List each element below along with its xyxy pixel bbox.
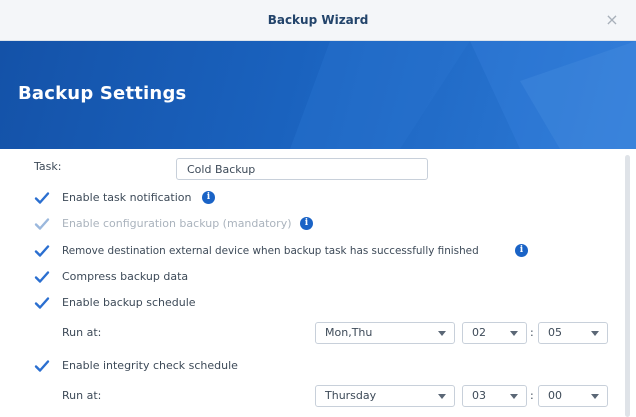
- run-at-label: Run at:: [62, 326, 102, 339]
- option-label: Enable backup schedule: [62, 296, 196, 309]
- close-icon[interactable]: ×: [602, 10, 622, 30]
- backup-hour-select[interactable]: 02: [462, 322, 527, 344]
- option-remove-destination-device[interactable]: Remove destination external device when …: [0, 240, 636, 262]
- backup-days-select[interactable]: Mon,Thu: [315, 322, 455, 344]
- time-separator: :: [530, 326, 534, 339]
- chevron-down-icon: [591, 331, 599, 336]
- scrollbar[interactable]: [625, 155, 630, 417]
- chevron-down-icon: [438, 331, 446, 336]
- window-title: Backup Wizard: [267, 13, 369, 27]
- chevron-down-icon: [510, 394, 518, 399]
- check-icon[interactable]: [34, 243, 50, 259]
- backup-minute-select[interactable]: 05: [538, 322, 608, 344]
- option-label: Enable configuration backup (mandatory): [62, 217, 292, 230]
- task-name-input[interactable]: [176, 158, 428, 180]
- chevron-down-icon: [591, 394, 599, 399]
- select-value: Thursday: [325, 389, 377, 402]
- check-icon[interactable]: [34, 190, 50, 206]
- task-label: Task:: [34, 160, 62, 173]
- header-banner: Backup Settings: [0, 41, 636, 149]
- title-bar: Backup Wizard ×: [0, 0, 636, 41]
- time-separator: :: [530, 389, 534, 402]
- check-icon: [34, 218, 50, 230]
- integrity-day-select[interactable]: Thursday: [315, 385, 455, 407]
- select-value: 05: [548, 326, 562, 339]
- select-value: 02: [472, 326, 486, 339]
- select-value: 00: [548, 389, 562, 402]
- check-icon[interactable]: [34, 269, 50, 285]
- option-backup-schedule[interactable]: Enable backup schedule: [0, 292, 636, 314]
- option-configuration-backup: Enable configuration backup (mandatory) …: [0, 213, 636, 235]
- settings-form: Task: Enable task notification i Enable …: [0, 149, 636, 417]
- integrity-schedule-row: Run at: Thursday 03 : 00: [0, 385, 636, 407]
- option-label: Enable task notification: [62, 191, 192, 204]
- check-icon[interactable]: [34, 358, 50, 374]
- run-at-label: Run at:: [62, 389, 102, 402]
- option-label: Enable integrity check schedule: [62, 359, 238, 372]
- option-compress-backup[interactable]: Compress backup data: [0, 266, 636, 288]
- chevron-down-icon: [510, 331, 518, 336]
- info-icon[interactable]: i: [202, 191, 215, 204]
- backup-schedule-row: Run at: Mon,Thu 02 : 05: [0, 322, 636, 344]
- select-value: Mon,Thu: [325, 326, 373, 339]
- option-task-notification[interactable]: Enable task notification i: [0, 187, 636, 209]
- info-icon[interactable]: i: [515, 244, 528, 257]
- option-integrity-check[interactable]: Enable integrity check schedule: [0, 355, 636, 377]
- chevron-down-icon: [438, 394, 446, 399]
- check-icon[interactable]: [34, 295, 50, 311]
- task-row: Task:: [0, 156, 636, 180]
- option-label: Compress backup data: [62, 270, 189, 283]
- integrity-minute-select[interactable]: 00: [538, 385, 608, 407]
- select-value: 03: [472, 389, 486, 402]
- integrity-hour-select[interactable]: 03: [462, 385, 527, 407]
- page-heading: Backup Settings: [18, 83, 187, 104]
- option-label: Remove destination external device when …: [62, 245, 479, 257]
- backup-wizard-window: Backup Wizard × Backup Settings Task: En…: [0, 0, 636, 417]
- info-icon[interactable]: i: [300, 217, 313, 230]
